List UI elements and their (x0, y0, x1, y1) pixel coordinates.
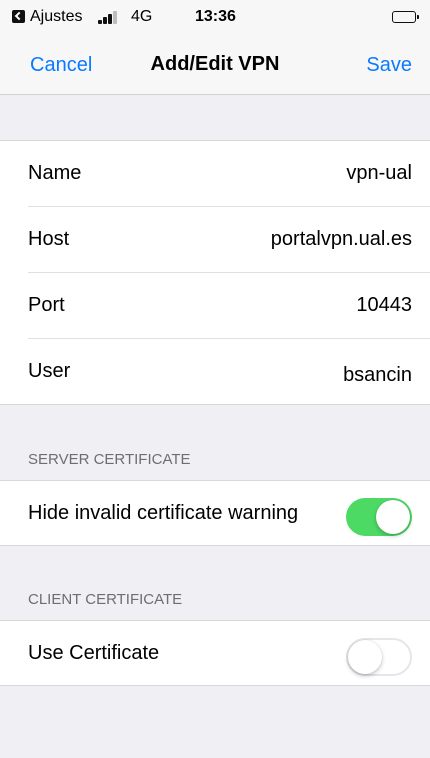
status-bar: Ajustes 4G 13:36 (0, 0, 430, 34)
cellular-signal-icon (98, 11, 122, 24)
hide-invalid-certificate-toggle[interactable] (346, 498, 412, 536)
toggle-knob (348, 640, 382, 674)
user-field[interactable]: bsancin (343, 363, 412, 387)
host-field[interactable]: portalvpn.ual.es (271, 227, 412, 251)
port-label: Port (28, 294, 65, 316)
user-row[interactable]: User bsancin (0, 339, 430, 405)
signal-bar-4 (113, 11, 117, 24)
port-row[interactable]: Port 10443 (0, 273, 430, 339)
back-to-app-icon[interactable] (12, 10, 25, 23)
port-field[interactable]: 10443 (356, 293, 412, 317)
host-row[interactable]: Host portalvpn.ual.es (0, 207, 430, 273)
signal-bar-2 (103, 17, 107, 24)
status-time: 13:36 (195, 8, 236, 25)
toggle-knob (376, 500, 410, 534)
status-back-app[interactable]: Ajustes (30, 8, 82, 26)
save-button[interactable]: Save (366, 53, 412, 77)
navigation-bar: Cancel Add/Edit VPN Save (0, 34, 430, 95)
use-certificate-label: Use Certificate (28, 642, 160, 664)
hide-invalid-certificate-row: Hide invalid certificate warning (0, 481, 430, 547)
signal-bar-1 (98, 20, 102, 24)
hide-invalid-certificate-label: Hide invalid certificate warning (28, 502, 299, 524)
use-certificate-row: Use Certificate (0, 621, 430, 687)
use-certificate-toggle[interactable] (346, 638, 412, 676)
signal-bar-3 (108, 14, 112, 24)
name-label: Name (28, 162, 82, 184)
name-field[interactable]: vpn-ual (346, 161, 412, 185)
name-row[interactable]: Name vpn-ual (0, 141, 430, 207)
battery-icon (392, 11, 419, 23)
network-type: 4G (131, 8, 153, 25)
user-label: User (28, 360, 71, 382)
client-certificate-group: Use Certificate (0, 620, 430, 686)
client-certificate-header: CLIENT CERTIFICATE (28, 591, 183, 608)
host-label: Host (28, 228, 70, 250)
vpn-settings-group: Name vpn-ual Host portalvpn.ual.es Port … (0, 140, 430, 405)
server-certificate-header: SERVER CERTIFICATE (28, 451, 191, 468)
server-certificate-group: Hide invalid certificate warning (0, 480, 430, 546)
